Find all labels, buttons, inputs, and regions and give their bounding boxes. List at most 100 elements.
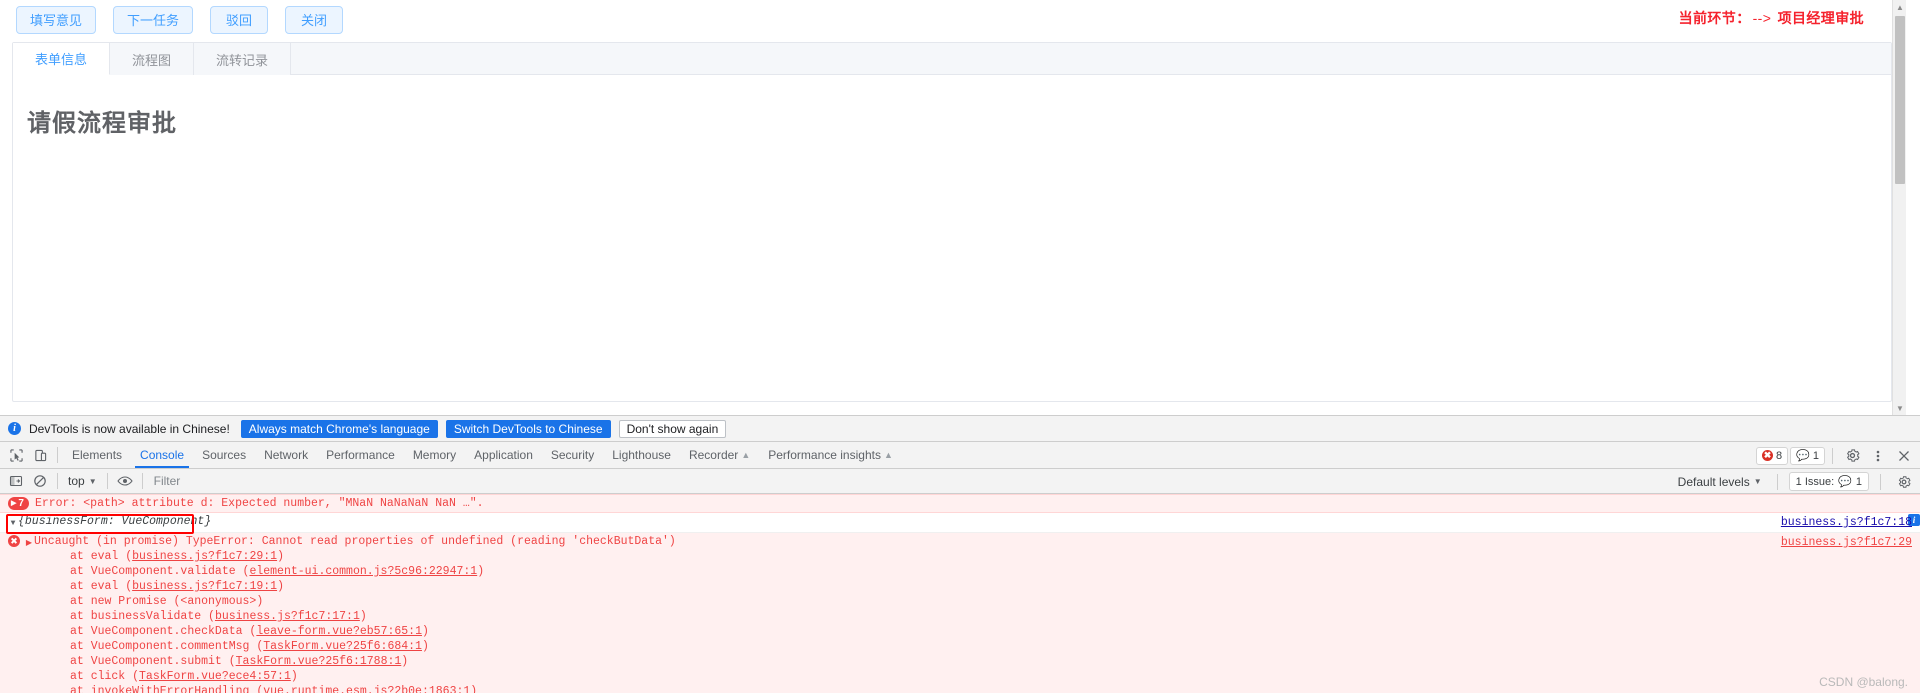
chevron-down-icon: ▼ <box>88 476 97 486</box>
stack-frame[interactable]: at VueComponent.commentMsg (TaskForm.vue… <box>34 639 1920 654</box>
stack-frame[interactable]: at VueComponent.validate (element-ui.com… <box>34 564 1920 579</box>
expand-triangle-icon[interactable]: ▼ <box>8 516 18 531</box>
log-levels-selector[interactable]: Default levels ▼ <box>1674 475 1766 489</box>
stack-frame-fn: at eval ( <box>70 580 133 593</box>
message-icon: 💬 <box>1796 450 1810 462</box>
tab-performance-label: Performance <box>326 448 395 462</box>
tab-elements[interactable]: Elements <box>63 442 131 468</box>
inspect-element-icon[interactable] <box>4 444 28 466</box>
tab-network[interactable]: Network <box>255 442 317 468</box>
tab-memory[interactable]: Memory <box>404 442 465 468</box>
stack-frame-link[interactable]: business.js?f1c7:17:1 <box>215 610 360 623</box>
web-application-panel: 填写意见 下一任务 驳回 关闭 当前环节： --> 项目经理审批 表单信息 流程图… <box>0 0 1906 415</box>
tab-lighthouse-label: Lighthouse <box>612 448 671 462</box>
console-error-row[interactable]: ✖ ▶ Uncaught (in promise) TypeError: Can… <box>0 533 1920 693</box>
settings-gear-icon[interactable] <box>1840 445 1864 467</box>
expand-triangle-icon[interactable]: ▶ <box>24 536 34 551</box>
issues-badge[interactable]: 1 Issue: 💬 1 <box>1788 472 1869 491</box>
tab-network-label: Network <box>264 448 309 462</box>
console-message-row[interactable]: ▶ 7 Error: <path> attribute d: Expected … <box>0 494 1920 513</box>
error-group-count-badge[interactable]: ▶ 7 <box>8 497 29 510</box>
close-devtools-icon[interactable] <box>1892 445 1916 467</box>
stack-frame[interactable]: at new Promise (<anonymous>) <box>34 594 1920 609</box>
device-toolbar-icon[interactable] <box>28 444 52 466</box>
stack-frame[interactable]: at VueComponent.checkData (leave-form.vu… <box>34 624 1920 639</box>
stack-frame-link[interactable]: leave-form.vue?eb57:65:1 <box>256 625 422 638</box>
issues-count-value: 1 <box>1855 475 1862 488</box>
scroll-down-icon[interactable]: ▼ <box>1893 401 1906 415</box>
reject-button[interactable]: 驳回 <box>210 6 269 34</box>
stack-frame[interactable]: at eval (business.js?f1c7:19:1) <box>34 579 1920 594</box>
stack-frame[interactable]: at businessValidate (business.js?f1c7:17… <box>34 609 1920 624</box>
execution-context-selector[interactable]: top ▼ <box>63 472 102 491</box>
message-count-badge[interactable]: 💬 1 <box>1790 446 1825 465</box>
always-match-language-button[interactable]: Always match Chrome's language <box>240 419 438 438</box>
tab-sources[interactable]: Sources <box>193 442 255 468</box>
form-tabs: 表单信息 流程图 流转记录 <box>13 43 1891 75</box>
stack-frame[interactable]: at click (TaskForm.vue?ece4:57:1) <box>34 669 1920 684</box>
current-node-arrow: --> <box>1752 10 1772 26</box>
fill-opinion-button[interactable]: 填写意见 <box>16 6 97 34</box>
source-link[interactable]: business.js?f1c7:29 <box>1781 535 1912 550</box>
stack-frame-link[interactable]: TaskForm.vue?25f6:1788:1 <box>236 655 402 668</box>
tab-lighthouse[interactable]: Lighthouse <box>603 442 680 468</box>
tab-form-info[interactable]: 表单信息 <box>13 43 111 75</box>
error-icon: ✖ <box>1762 450 1774 461</box>
actions-divider <box>1832 447 1833 464</box>
tab-elements-label: Elements <box>72 448 123 462</box>
tab-flow-chart[interactable]: 流程图 <box>110 43 195 75</box>
next-task-button[interactable]: 下一任务 <box>113 6 194 34</box>
error-icon: ✖ <box>8 535 20 547</box>
switch-to-chinese-button[interactable]: Switch DevTools to Chinese <box>445 419 611 438</box>
stack-frame[interactable]: at invokeWithErrorHandling (vue.runtime.… <box>34 684 1920 693</box>
console-filter-actions: Default levels ▼ 1 Issue: 💬 1 <box>1674 469 1916 494</box>
live-expression-eye-icon[interactable] <box>113 470 137 492</box>
stack-frame-link[interactable]: business.js?f1c7:29:1 <box>132 550 277 563</box>
scroll-up-icon[interactable]: ▲ <box>1893 0 1906 14</box>
stack-frame[interactable]: at eval (business.js?f1c7:29:1) <box>34 549 1920 564</box>
stack-frame[interactable]: at VueComponent.submit (TaskForm.vue?25f… <box>34 654 1920 669</box>
console-settings-gear-icon[interactable] <box>1892 471 1916 493</box>
close-button[interactable]: 关闭 <box>285 6 344 34</box>
error-count-badge[interactable]: ✖ 8 <box>1756 446 1789 465</box>
stack-frame-link[interactable]: business.js?f1c7:19:1 <box>132 580 277 593</box>
console-filter-input[interactable] <box>153 471 414 491</box>
infobar-message: DevTools is now available in Chinese! <box>29 421 230 436</box>
clear-console-icon[interactable] <box>28 470 52 492</box>
stack-frame-fn: at VueComponent.commentMsg ( <box>70 640 264 653</box>
tab-performance[interactable]: Performance <box>317 442 404 468</box>
more-options-icon[interactable] <box>1866 445 1890 467</box>
scrollbar-thumb[interactable] <box>1895 16 1905 184</box>
tab-performance-insights[interactable]: Performance insights ▲ <box>759 442 902 468</box>
console-sidebar-toggle-icon[interactable] <box>4 470 28 492</box>
stack-frame-link[interactable]: TaskForm.vue?25f6:684:1 <box>263 640 422 653</box>
stack-frame-fn: at VueComponent.submit ( <box>70 655 236 668</box>
stack-frame-fn: at new Promise (<anonymous>) <box>70 595 264 608</box>
console-output[interactable]: ▶ 7 Error: <path> attribute d: Expected … <box>0 494 1920 693</box>
message-count-value: 1 <box>1812 449 1819 462</box>
tab-flow-record[interactable]: 流转记录 <box>194 43 292 75</box>
experimental-icon: ▲ <box>883 450 893 460</box>
issues-label: 1 Issue: <box>1795 475 1835 488</box>
info-icon: i <box>8 422 21 435</box>
tabbar-divider <box>57 447 58 463</box>
stack-frame-tail: ) <box>290 670 298 683</box>
stack-frame-tail: ) <box>401 655 409 668</box>
stack-frame-link[interactable]: TaskForm.vue?ece4:57:1 <box>139 670 291 683</box>
stack-frame-link[interactable]: vue.runtime.esm.js?2b0e:1863:1 <box>263 685 470 693</box>
tab-application[interactable]: Application <box>465 442 542 468</box>
execution-context-value: top <box>68 474 85 488</box>
stack-frame-link[interactable]: element-ui.common.js?5c96:22947:1 <box>249 565 477 578</box>
page-title: 请假流程审批 <box>27 110 177 137</box>
stack-frame-fn: at click ( <box>70 670 140 683</box>
tab-recorder[interactable]: Recorder ▲ <box>680 442 759 468</box>
page-scrollbar[interactable]: ▲ ▼ <box>1892 0 1906 415</box>
tab-security[interactable]: Security <box>542 442 603 468</box>
stack-frame-fn: at VueComponent.checkData ( <box>70 625 257 638</box>
source-link[interactable]: business.js?f1c7:18 <box>1781 515 1912 530</box>
tab-console[interactable]: Console <box>131 442 193 468</box>
console-object-preview-row[interactable]: ▼ {businessForm: VueComponent} i busines… <box>0 513 1920 533</box>
stack-frame-tail: ) <box>277 580 284 593</box>
experimental-icon: ▲ <box>741 450 751 460</box>
dont-show-again-button[interactable]: Don't show again <box>618 419 727 438</box>
